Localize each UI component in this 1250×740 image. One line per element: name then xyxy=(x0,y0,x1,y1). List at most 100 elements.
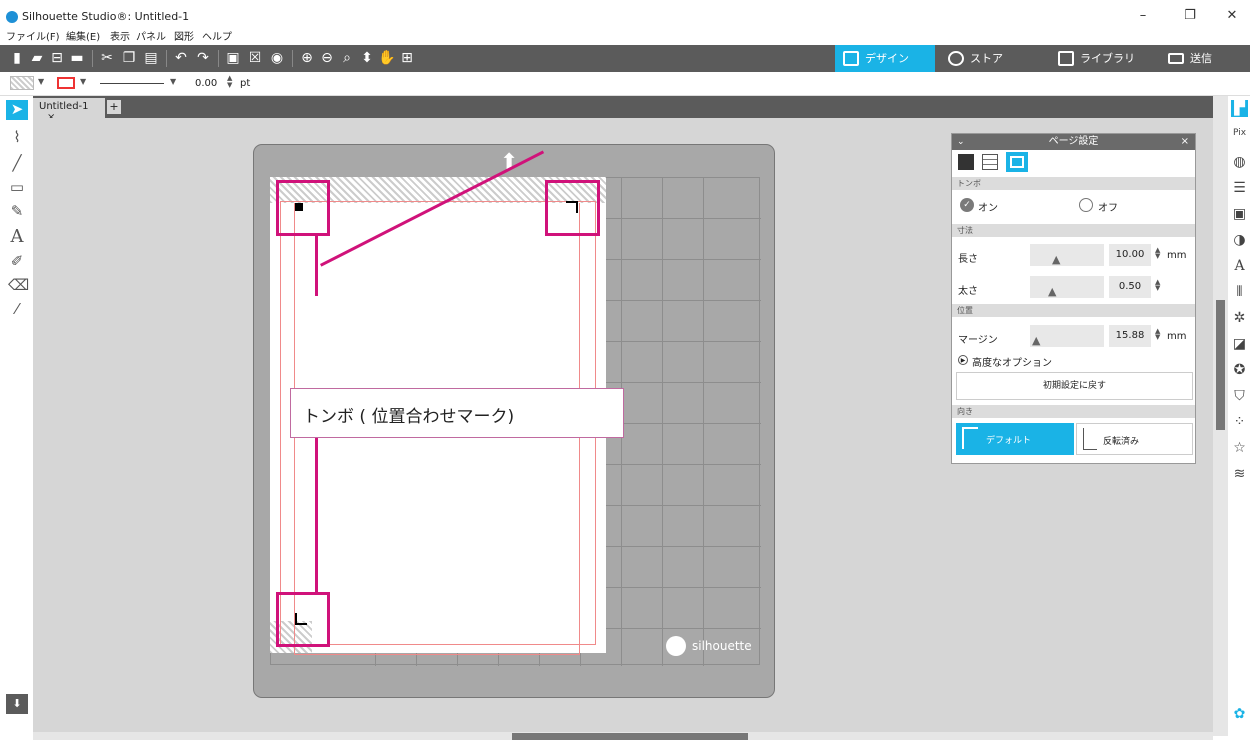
advanced-options-link[interactable]: 高度なオプション xyxy=(972,354,1052,369)
close-button[interactable]: ✕ xyxy=(1217,8,1247,23)
close-panel-icon[interactable]: × xyxy=(1181,134,1189,150)
settings-gear-icon[interactable]: ✿ xyxy=(1231,706,1248,723)
menu-view[interactable]: 表示 xyxy=(110,28,130,43)
add-tab-button[interactable]: + xyxy=(107,100,121,114)
tab-library[interactable]: ライブラリ xyxy=(1050,45,1150,72)
chevron-down-icon[interactable]: ▼ xyxy=(170,77,176,86)
image-effects-icon[interactable]: ▣ xyxy=(1231,206,1248,223)
expand-arrow-icon[interactable]: ▶ xyxy=(958,355,968,365)
line-color-swatch[interactable] xyxy=(57,77,75,89)
stroke-width-spinner[interactable]: ▲ ▼ xyxy=(227,75,232,89)
fit-to-window-icon[interactable]: ⊞ xyxy=(398,49,416,67)
pan-hand-icon[interactable]: ✋ xyxy=(378,49,396,67)
left-toolbox: ➤ ⌇ ╱ ▭ ✎ A ✐ ⌫ ⁄ ⬇ xyxy=(0,96,33,740)
tab-store-label: ストア xyxy=(970,52,1003,65)
transparency-icon[interactable]: ◑ xyxy=(1231,232,1248,249)
grid-tab-icon[interactable] xyxy=(982,154,998,170)
knife-tool-icon[interactable]: ⁄ xyxy=(8,300,26,318)
edit-points-icon[interactable]: ⌇ xyxy=(8,128,26,146)
eraser-tool-icon[interactable]: ⌫ xyxy=(8,276,29,294)
favorites-icon[interactable]: ☆ xyxy=(1231,440,1248,457)
print-icon[interactable]: ▬ xyxy=(68,49,86,67)
deselect-icon[interactable]: ☒ xyxy=(246,49,264,67)
redo-icon[interactable]: ↷ xyxy=(194,49,212,67)
registration-mark-highlight xyxy=(276,180,330,236)
sketch-icon[interactable]: ≋ xyxy=(1231,466,1248,483)
line-style-icon[interactable]: ☰ xyxy=(1231,180,1248,197)
toolbar-divider xyxy=(218,50,219,67)
paste-icon[interactable]: ▤ xyxy=(142,49,160,67)
section-size: 寸法 xyxy=(952,224,1195,237)
stroke-width-input[interactable]: 0.00 xyxy=(195,78,217,89)
fill-palette-icon[interactable]: ◍ xyxy=(1231,154,1248,171)
line-tool-icon[interactable]: ╱ xyxy=(8,154,26,172)
cut-icon[interactable]: ✂ xyxy=(98,49,116,67)
page-setup-tab-icon[interactable] xyxy=(958,154,974,170)
collapse-icon[interactable]: ⌄ xyxy=(957,134,965,150)
trace-icon[interactable]: ⁘ xyxy=(1231,414,1248,431)
fill-color-swatch[interactable] xyxy=(10,76,34,90)
select-by-color-icon[interactable]: ◉ xyxy=(268,49,286,67)
right-panel-icons: ▛ Pix ◍ ☰ ▣ ◑ A ⫴ ✲ ◪ ✪ ⛉ ⁘ ☆ ≋ ✿ xyxy=(1228,96,1250,740)
margin-label: マージン xyxy=(958,335,998,346)
tab-design[interactable]: デザイン xyxy=(835,45,935,72)
zoom-in-icon[interactable]: ⊕ xyxy=(298,49,316,67)
orientation-default-icon xyxy=(962,427,978,449)
line-style-selector[interactable] xyxy=(100,83,164,84)
minimize-button[interactable]: – xyxy=(1128,8,1158,23)
document-tab[interactable]: Untitled-1 × xyxy=(33,98,105,123)
page-settings-icon[interactable]: ▛ xyxy=(1231,100,1248,117)
vertical-scroll-thumb[interactable] xyxy=(1216,300,1225,430)
maximize-button[interactable]: ❐ xyxy=(1175,8,1205,23)
select-all-icon[interactable]: ▣ xyxy=(224,49,242,67)
pixscan-icon[interactable]: Pix xyxy=(1231,128,1248,145)
menu-file[interactable]: ファイル(F) xyxy=(6,28,60,43)
length-slider[interactable]: ▲ xyxy=(1030,244,1104,266)
radio-off-icon[interactable] xyxy=(1079,198,1093,212)
length-spinner[interactable]: ▲ ▼ xyxy=(1155,247,1160,260)
thickness-slider[interactable]: ▲ xyxy=(1030,276,1104,298)
zoom-select-icon[interactable]: ⌕ xyxy=(338,49,356,67)
undo-icon[interactable]: ↶ xyxy=(172,49,190,67)
orientation-default-button[interactable]: デフォルト xyxy=(956,423,1074,455)
margin-spinner[interactable]: ▲ ▼ xyxy=(1155,328,1160,341)
copy-icon[interactable]: ❐ xyxy=(120,49,138,67)
options-bar: ▼ ▼ ▼ 0.00 ▲ ▼ pt xyxy=(0,72,1250,96)
select-tool-icon[interactable]: ➤ xyxy=(6,100,28,120)
radio-on-checked-icon[interactable]: ✓ xyxy=(960,198,974,212)
fill-tool-icon[interactable]: ✐ xyxy=(8,252,26,270)
registration-tab-icon[interactable] xyxy=(1006,152,1028,172)
chevron-down-icon[interactable]: ▼ xyxy=(80,77,86,86)
thickness-input[interactable]: 0.50 xyxy=(1109,276,1151,298)
length-input[interactable]: 10.00 xyxy=(1109,244,1151,266)
reset-defaults-button[interactable]: 初期設定に戻す xyxy=(956,372,1193,400)
menu-panel[interactable]: パネル xyxy=(136,28,166,43)
fit-to-page-icon[interactable]: ⬍ xyxy=(358,49,376,67)
rectangle-tool-icon[interactable]: ▭ xyxy=(8,178,26,196)
new-document-icon[interactable]: ▮ xyxy=(8,49,26,67)
zoom-out-icon[interactable]: ⊖ xyxy=(318,49,336,67)
transform-icon[interactable]: ✲ xyxy=(1231,310,1248,327)
chevron-down-icon[interactable]: ▼ xyxy=(38,77,44,86)
offset-icon[interactable]: ⛉ xyxy=(1231,388,1248,405)
text-style-icon[interactable]: A xyxy=(1231,258,1248,275)
menu-edit[interactable]: 編集(E) xyxy=(66,28,100,43)
horizontal-scroll-thumb[interactable] xyxy=(512,733,748,740)
open-folder-icon[interactable]: ▰ xyxy=(28,49,46,67)
thickness-spinner[interactable]: ▲ ▼ xyxy=(1155,279,1160,292)
tab-store[interactable]: ストア xyxy=(940,45,1040,72)
tab-send[interactable]: 送信 xyxy=(1160,45,1250,72)
modify-icon[interactable]: ✪ xyxy=(1231,362,1248,379)
save-icon[interactable]: ⊟ xyxy=(48,49,66,67)
align-icon[interactable]: ⫴ xyxy=(1231,284,1248,301)
text-tool-icon[interactable]: A xyxy=(8,226,26,247)
margin-slider[interactable]: ▲ xyxy=(1030,325,1104,347)
menu-shape[interactable]: 図形 xyxy=(174,28,194,43)
pencil-tool-icon[interactable]: ✎ xyxy=(8,202,26,220)
margin-input[interactable]: 15.88 xyxy=(1109,325,1151,347)
menu-help[interactable]: ヘルプ xyxy=(202,28,232,43)
replicate-icon[interactable]: ◪ xyxy=(1231,336,1248,353)
library-drawer-icon[interactable]: ⬇ xyxy=(6,694,28,714)
orientation-reversed-button[interactable]: 反転済み xyxy=(1076,423,1193,455)
stroke-width-unit: pt xyxy=(240,78,251,89)
